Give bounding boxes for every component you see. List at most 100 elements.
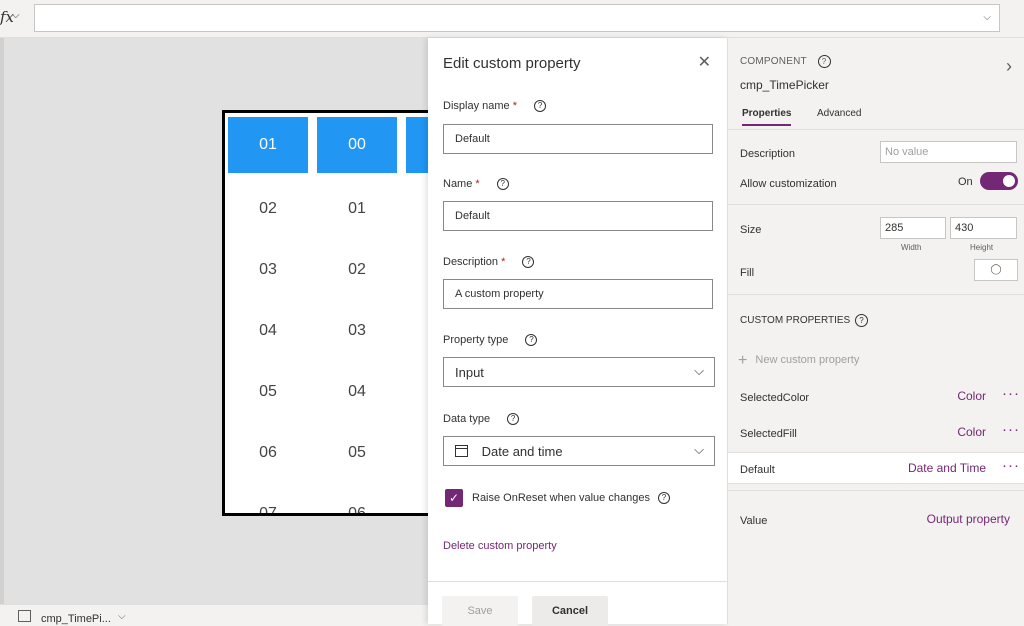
height-input[interactable]: 430 [950, 217, 1017, 239]
output-property-name: Value [740, 515, 768, 527]
name-input[interactable]: Default [443, 201, 713, 231]
tab-properties[interactable]: Properties [742, 108, 792, 126]
raise-onreset-row: ✓ Raise OnReset when value changes ? [445, 489, 670, 507]
output-property-row[interactable]: Value Output property [728, 504, 1024, 536]
hour-cell[interactable]: 03 [228, 239, 308, 300]
output-property-type: Output property [926, 512, 1010, 526]
custom-property-name: Default [740, 464, 775, 476]
help-icon[interactable]: ? [855, 314, 868, 327]
help-icon[interactable]: ? [522, 256, 535, 269]
data-type-value: Date and time [481, 444, 563, 459]
plus-icon: + [738, 352, 748, 369]
property-type-select[interactable]: Input ⌵ [443, 357, 715, 387]
new-custom-property-button[interactable]: + New custom property [738, 352, 859, 370]
more-options-icon[interactable]: ··· [1002, 457, 1020, 474]
close-icon[interactable]: ✕ [698, 52, 711, 72]
custom-property-name: SelectedFill [740, 428, 797, 440]
minute-cell[interactable]: 04 [317, 361, 397, 422]
property-type-label: Property type ? [443, 334, 538, 347]
divider [728, 294, 1024, 295]
height-caption: Height [970, 243, 994, 252]
hour-cell[interactable]: 05 [228, 361, 308, 422]
status-bar: cmp_TimePi... ⌵ [0, 604, 430, 625]
minute-cell[interactable]: 02 [317, 239, 397, 300]
help-icon[interactable]: ? [525, 334, 538, 347]
display-name-input[interactable]: Default [443, 124, 713, 154]
required-marker: * [512, 100, 517, 112]
hour-cell[interactable]: 06 [228, 422, 308, 483]
allow-customization-toggle[interactable] [980, 172, 1018, 190]
data-type-select[interactable]: Date and time ⌵ [443, 436, 715, 466]
description-prop-input[interactable]: No value [880, 141, 1017, 163]
size-label: Size [740, 224, 762, 236]
property-type-label-text: Property type [443, 334, 509, 346]
cancel-button[interactable]: Cancel [532, 596, 608, 626]
help-icon[interactable]: ? [496, 178, 509, 191]
property-type-value: Input [455, 365, 484, 380]
allow-customization-state: On [958, 176, 973, 188]
minute-cell[interactable]: 06 [317, 483, 397, 514]
dialog-title: Edit custom property [443, 55, 581, 72]
formula-bar: fx ⌵ ⌵ [0, 0, 1024, 38]
hours-column: 01 02 03 04 05 06 07 [228, 117, 308, 514]
hour-cell[interactable]: 02 [228, 178, 308, 239]
minute-cell[interactable]: 05 [317, 422, 397, 483]
required-marker: * [501, 256, 506, 268]
required-marker: * [475, 178, 480, 190]
allow-customization-label: Allow customization [740, 178, 837, 190]
minute-cell-selected[interactable]: 00 [317, 117, 397, 173]
save-button[interactable]: Save [442, 596, 518, 626]
hour-cell-selected[interactable]: 01 [228, 117, 308, 173]
component-header: COMPONENT ? [740, 55, 831, 68]
minute-cell[interactable]: 01 [317, 178, 397, 239]
custom-property-row[interactable]: SelectedColor Color ··· [728, 381, 1024, 413]
time-picker-component[interactable]: 01 02 03 04 05 06 07 00 01 02 03 04 05 0… [222, 110, 432, 516]
component-icon [18, 610, 31, 622]
help-icon[interactable]: ? [507, 413, 520, 426]
formula-input[interactable]: ⌵ [34, 4, 1000, 32]
more-options-icon[interactable]: ··· [1002, 421, 1020, 438]
custom-property-row[interactable]: SelectedFill Color ··· [728, 417, 1024, 449]
custom-property-row-selected[interactable]: Default Date and Time ··· [728, 452, 1024, 484]
divider [728, 129, 1024, 130]
fx-chevron-icon[interactable]: ⌵ [12, 10, 20, 21]
description-input[interactable]: A custom property [443, 279, 713, 309]
custom-property-type: Color [957, 389, 986, 403]
name-label: Name * ? [443, 178, 509, 191]
custom-properties-header: CUSTOM PROPERTIES ? [740, 314, 868, 327]
divider [728, 204, 1024, 205]
fill-bucket-icon[interactable]: ◯ [974, 259, 1018, 281]
help-icon[interactable]: ? [817, 55, 831, 68]
chevron-down-icon[interactable]: ⌵ [118, 611, 126, 622]
raise-onreset-checkbox[interactable]: ✓ [445, 489, 463, 507]
hour-cell[interactable]: 04 [228, 300, 308, 361]
description-prop-label: Description [740, 148, 796, 160]
screen-selector-label[interactable]: cmp_TimePi... [41, 613, 111, 625]
custom-property-name: SelectedColor [740, 392, 810, 404]
help-icon[interactable]: ? [657, 492, 670, 504]
chevron-down-icon: ⌵ [694, 442, 704, 457]
more-options-icon[interactable]: ··· [1002, 385, 1020, 402]
width-caption: Width [901, 243, 922, 252]
tab-advanced[interactable]: Advanced [817, 108, 861, 124]
raise-onreset-label: Raise OnReset when value changes [472, 492, 650, 504]
dialog-footer: Save Cancel [428, 581, 728, 626]
description-label: Description * ? [443, 256, 535, 269]
name-label-text: Name [443, 178, 473, 190]
calendar-icon [455, 445, 468, 457]
custom-properties-header-text: CUSTOM PROPERTIES [740, 315, 851, 327]
custom-property-type: Color [957, 425, 986, 439]
delete-custom-property-link[interactable]: Delete custom property [443, 540, 557, 552]
minute-cell[interactable]: 03 [317, 300, 397, 361]
chevron-down-icon[interactable]: ⌵ [983, 12, 991, 23]
width-input[interactable]: 285 [880, 217, 946, 239]
expand-panel-icon[interactable]: › [1006, 56, 1012, 77]
data-type-label: Data type ? [443, 413, 520, 426]
hour-cell[interactable]: 07 [228, 483, 308, 514]
description-label-text: Description [443, 256, 499, 268]
chevron-down-icon: ⌵ [694, 363, 704, 378]
display-name-label: Display name * ? [443, 100, 547, 113]
divider [728, 490, 1024, 491]
help-icon[interactable]: ? [534, 100, 547, 113]
display-name-label-text: Display name [443, 100, 510, 112]
